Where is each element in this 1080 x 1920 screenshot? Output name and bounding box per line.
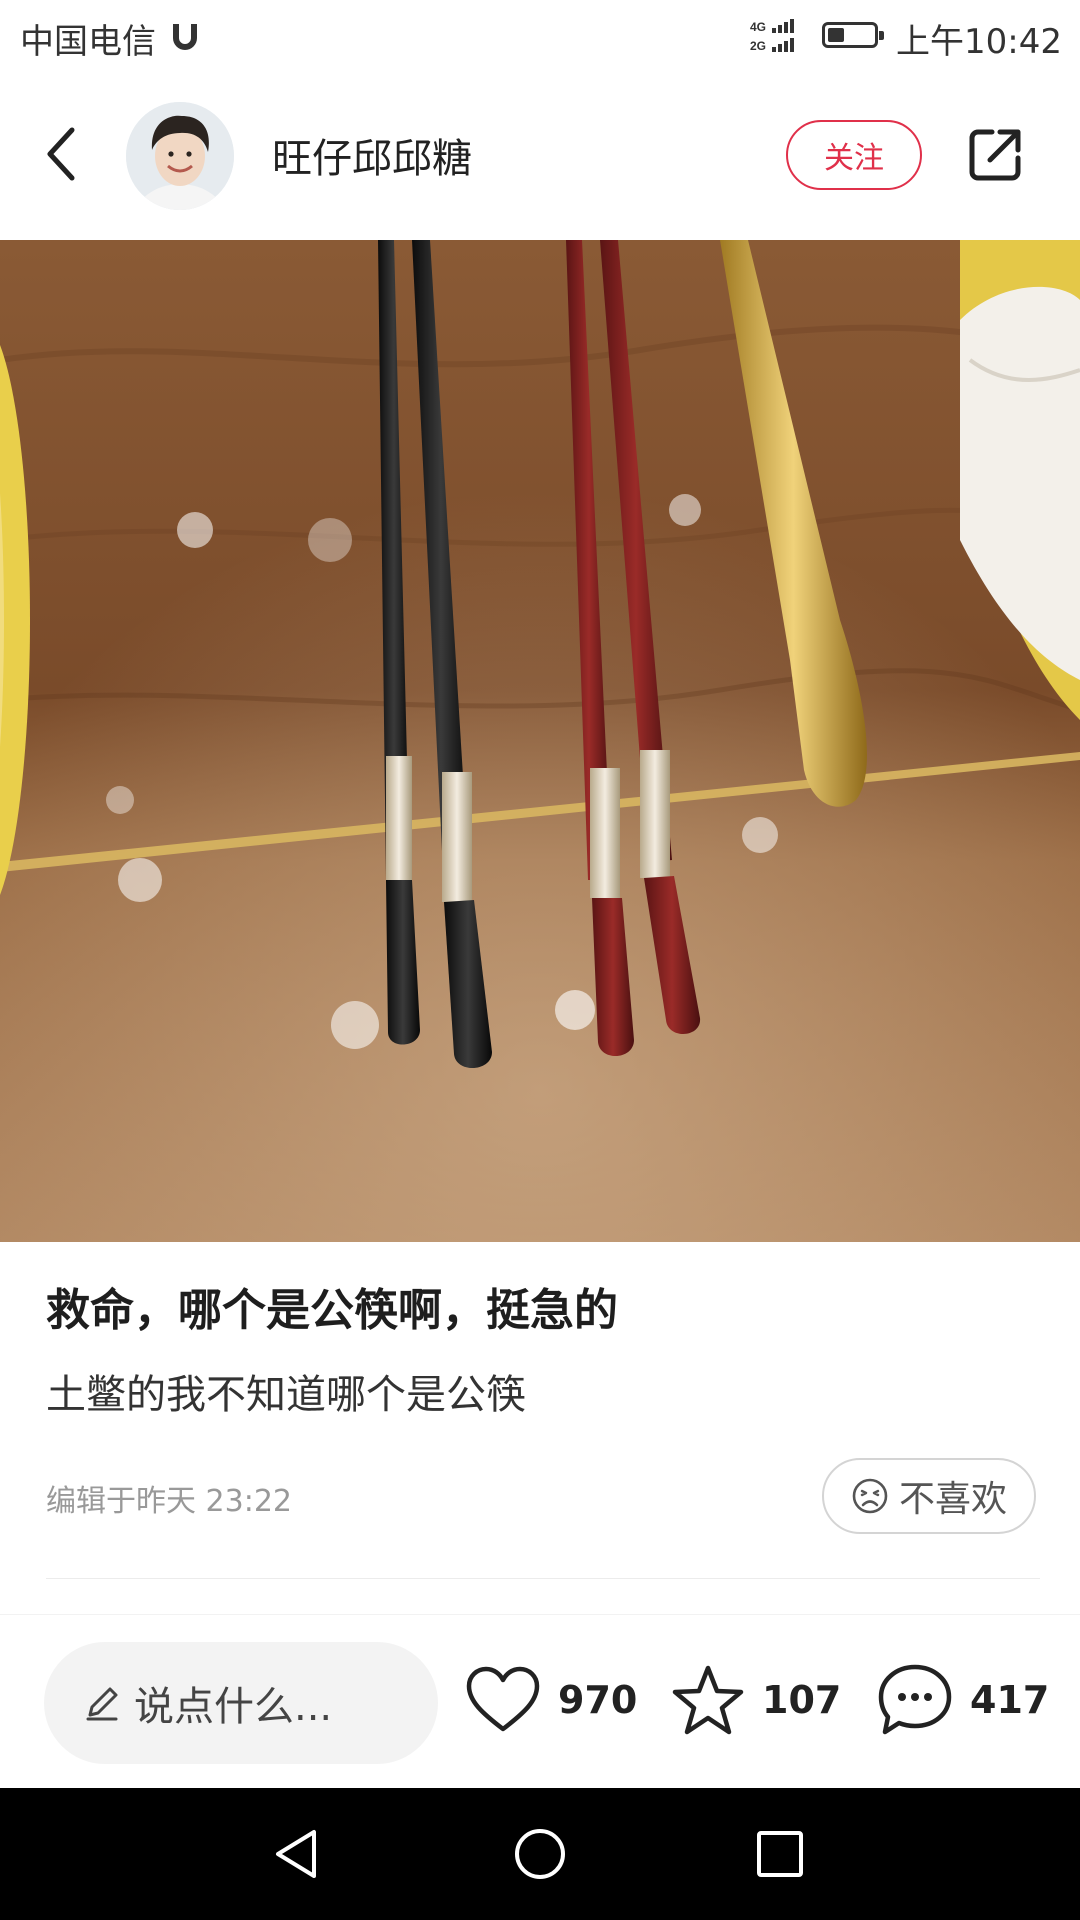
comment-button[interactable]: 417 xyxy=(876,1660,1049,1740)
dislike-label: 不喜欢 xyxy=(898,1479,1007,1520)
pencil-icon xyxy=(86,1687,118,1721)
favorite-count: 107 xyxy=(762,1678,842,1722)
system-nav-bar xyxy=(0,1788,1080,1920)
follow-button[interactable]: 关注 xyxy=(786,120,922,190)
post-photo[interactable] xyxy=(0,240,1080,1242)
carrier-label: 中国电信 xyxy=(20,22,156,62)
svg-text:2G: 2G xyxy=(750,39,766,53)
post-body: 土鳖的我不知道哪个是公筷 xyxy=(46,1372,526,1418)
back-arrow-icon[interactable] xyxy=(38,124,88,184)
battery-icon xyxy=(822,22,884,48)
nav-back-icon[interactable] xyxy=(270,1826,326,1882)
avatar[interactable] xyxy=(126,102,234,210)
like-count: 970 xyxy=(558,1678,638,1722)
favorite-button[interactable]: 107 xyxy=(670,1660,841,1740)
edited-timestamp: 编辑于昨天 23:22 xyxy=(46,1484,292,1519)
status-bar: 中国电信 4G 2G 上午10:42 xyxy=(0,0,1080,76)
post-header: 旺仔邱邱糖 关注 xyxy=(0,76,1080,240)
nav-recents-icon[interactable] xyxy=(752,1826,808,1882)
username[interactable]: 旺仔邱邱糖 xyxy=(272,126,472,184)
comment-placeholder: 说点什么... xyxy=(134,1684,333,1730)
dislike-button[interactable]: 不喜欢 xyxy=(822,1458,1036,1534)
svg-text:4G: 4G xyxy=(750,20,766,34)
share-icon[interactable] xyxy=(966,124,1026,184)
sad-face-icon xyxy=(852,1478,888,1514)
comment-input[interactable]: 说点什么... xyxy=(44,1642,438,1764)
signal-icon: 4G 2G xyxy=(750,19,794,53)
notification-icon xyxy=(173,24,197,50)
post-title: 救命，哪个是公筷啊，挺急的 xyxy=(46,1285,618,1336)
clock: 上午10:42 xyxy=(896,22,1062,62)
divider xyxy=(0,1614,1080,1615)
comment-count: 417 xyxy=(970,1678,1050,1722)
nav-home-icon[interactable] xyxy=(512,1826,568,1882)
star-icon xyxy=(672,1665,744,1735)
bottom-action-bar: 说点什么... 970 107 417 xyxy=(0,1616,1080,1788)
heart-icon xyxy=(466,1666,540,1732)
comment-bubble-icon xyxy=(878,1664,952,1735)
divider xyxy=(46,1578,1040,1579)
like-button[interactable]: 970 xyxy=(464,1660,637,1740)
